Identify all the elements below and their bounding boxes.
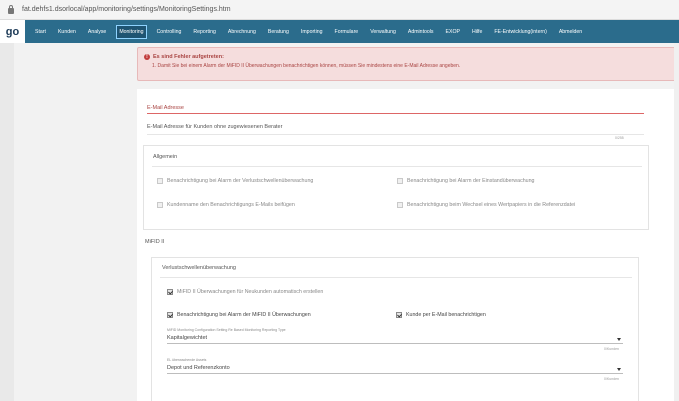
browser-address-bar[interactable]: fat.dehfs1.dsorlocal/app/monitoring/sett…: [0, 0, 679, 20]
nav-item-verwaltung[interactable]: Verwaltung: [368, 26, 398, 38]
reporting-type-label: MiFID Monitoring Configuration Setting R…: [167, 328, 286, 332]
error-icon: !: [144, 54, 150, 60]
error-alert: ! Es sind Fehler aufgetreten: 1. Damit S…: [137, 47, 678, 81]
fieldset-title-allgemein: Allgemein: [153, 154, 178, 160]
nav-item-fe-entwicklung[interactable]: FE-Entwicklung(intern): [492, 26, 548, 38]
checkbox-kundenname[interactable]: Kundenname den Benachrichtigungs E-Mails…: [157, 202, 295, 208]
nav-item-reporting[interactable]: Reporting: [191, 26, 218, 38]
email-help-underline: [147, 134, 644, 135]
checkbox-mifid-neukunden[interactable]: MiFID II Überwachungen für Neukunden aut…: [167, 289, 323, 295]
email-input[interactable]: [147, 112, 644, 114]
nav-item-exop[interactable]: EXOP: [444, 26, 462, 38]
reporting-type-select[interactable]: Kapitalgewichtet: [167, 335, 623, 344]
checkbox-label: Kundenname den Benachrichtigungs E-Mails…: [167, 202, 295, 208]
page-scrollbar[interactable]: [674, 43, 679, 401]
nav-item-beratung[interactable]: Beratung: [266, 26, 291, 38]
checkbox-einstand[interactable]: Benachrichtigung bei Alarm der Einstandü…: [397, 178, 535, 184]
checkbox-box[interactable]: [157, 202, 163, 208]
fieldset-title-mifid: MiFID II: [145, 239, 165, 245]
nav-item-admintools[interactable]: Admintools: [406, 26, 436, 38]
assets-label: EL überwachende Assets: [167, 358, 207, 362]
checkbox-box[interactable]: [167, 289, 173, 295]
chevron-down-icon[interactable]: [617, 338, 621, 341]
url-text[interactable]: fat.dehfs1.dsorlocal/app/monitoring/sett…: [22, 6, 231, 13]
alert-title: Es sind Fehler aufgetreten:: [153, 54, 224, 60]
lock-icon: [8, 4, 14, 14]
fieldset-divider: [152, 166, 642, 167]
nav-item-controlling[interactable]: Controlling: [155, 26, 184, 38]
checkbox-box[interactable]: [397, 202, 403, 208]
checkbox-wertpapier-wechsel[interactable]: Benachrichtigung beim Wechsel eines Wert…: [397, 202, 575, 208]
checkbox-box[interactable]: [397, 178, 403, 184]
top-navbar: go Start Kunden Analyse Monitoring Contr…: [0, 20, 679, 43]
nav-item-kunden[interactable]: Kunden: [56, 26, 78, 38]
checkbox-verlustschwelle[interactable]: Benachrichtigung bei Alarm der Verlustsc…: [157, 178, 313, 184]
fieldset-mifid: MiFID II Verlustschwellenüberwachung MiF…: [143, 231, 649, 401]
settings-card: E-Mail Adresse E-Mail Adresse für Kunden…: [137, 89, 678, 401]
select-counter: 0/Kunden: [604, 347, 619, 351]
checkbox-label: Benachrichtigung bei Alarm der Verlustsc…: [167, 178, 314, 184]
checkbox-box[interactable]: [157, 178, 163, 184]
email-char-counter: 0/255: [615, 136, 624, 140]
fieldset-allgemein: Allgemein Benachrichtigung bei Alarm der…: [143, 145, 649, 230]
subsection-verlustschwelle: Verlustschwellenüberwachung MiFID II Übe…: [151, 257, 639, 401]
nav-item-start[interactable]: Start: [33, 26, 48, 38]
assets-select[interactable]: Depot und Referenzkonto: [167, 365, 623, 374]
select-value: Depot und Referenzkonto: [167, 365, 230, 371]
select-counter: 0/Kunden: [604, 377, 619, 381]
checkbox-box[interactable]: [396, 312, 402, 318]
checkbox-label: Kunde per E-Mail benachrichtigen: [406, 312, 486, 318]
checkbox-label: Benachrichtigung bei Alarm der Einstandü…: [407, 178, 535, 184]
subsection-divider: [160, 277, 632, 278]
select-value: Kapitalgewichtet: [167, 335, 208, 341]
nav-item-monitoring[interactable]: Monitoring: [116, 24, 147, 39]
nav-item-formulare[interactable]: Formulare: [333, 26, 361, 38]
checkbox-label: Benachrichtigung beim Wechsel eines Wert…: [407, 202, 576, 208]
nav-item-analyse[interactable]: Analyse: [86, 26, 108, 38]
nav-item-importing[interactable]: Importing: [299, 26, 325, 38]
subsection-title: Verlustschwellenüberwachung: [162, 265, 236, 271]
checkbox-mifid-alarm[interactable]: Benachrichtigung bei Alarm der MiFID II …: [167, 312, 311, 318]
checkbox-box[interactable]: [167, 312, 173, 318]
alert-message: 1. Damit Sie bei einem Alarm der MiFID I…: [152, 63, 461, 69]
brand-logo[interactable]: go: [0, 20, 25, 43]
nav-item-abrechnung[interactable]: Abrechnung: [226, 26, 258, 38]
nav-item-abmelden[interactable]: Abmelden: [557, 26, 584, 38]
checkbox-label: Benachrichtigung bei Alarm der MiFID II …: [177, 312, 311, 318]
checkbox-label: MiFID II Überwachungen für Neukunden aut…: [177, 289, 324, 295]
nav-item-hilfe[interactable]: Hilfe: [470, 26, 484, 38]
checkbox-kunde-email[interactable]: Kunde per E-Mail benachrichtigen: [396, 312, 486, 318]
email-help-text: E-Mail Adresse für Kunden ohne zugewiese…: [147, 124, 283, 130]
email-label: E-Mail Adresse: [147, 105, 184, 111]
chevron-down-icon[interactable]: [617, 368, 621, 371]
